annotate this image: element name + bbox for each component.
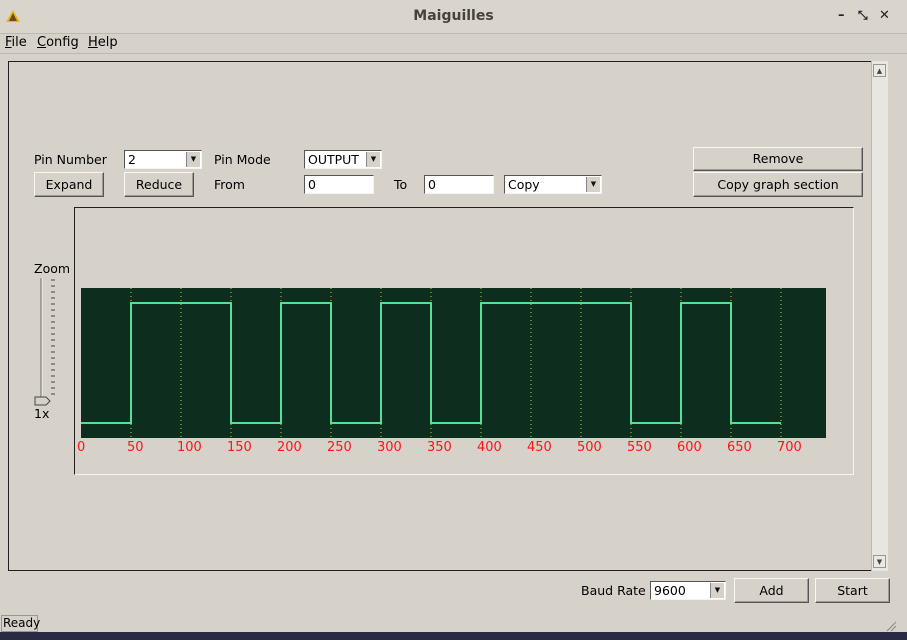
chevron-down-icon[interactable]: ▼ <box>186 152 200 167</box>
chevron-down-icon[interactable]: ▼ <box>366 152 380 167</box>
zoom-handle[interactable] <box>34 396 51 406</box>
menu-help[interactable]: Help <box>88 35 118 50</box>
status-text: Ready <box>1 615 41 632</box>
copy-graph-section-button[interactable]: Copy graph section <box>693 172 863 197</box>
menu-help-rest: elp <box>97 35 118 50</box>
zoom-ticks <box>51 279 55 395</box>
x-tick-label: 150 <box>227 440 252 455</box>
menu-file[interactable]: File <box>5 35 27 50</box>
baud-rate-select[interactable]: 9600 ▼ <box>650 581 726 600</box>
x-tick-label: 700 <box>777 440 802 455</box>
pin-mode-value: OUTPUT <box>308 152 359 167</box>
scroll-down-icon[interactable]: ▼ <box>873 555 886 568</box>
scroll-up-icon[interactable]: ▲ <box>873 64 886 77</box>
x-tick-label: 450 <box>527 440 552 455</box>
remove-button[interactable]: Remove <box>693 147 863 171</box>
zoom-value: 1x <box>34 406 50 421</box>
add-button[interactable]: Add <box>734 578 809 603</box>
x-tick-label: 600 <box>677 440 702 455</box>
x-tick-label: 350 <box>427 440 452 455</box>
to-input[interactable]: 0 <box>424 175 494 194</box>
x-tick-label: 0 <box>77 440 85 455</box>
pin-number-label: Pin Number <box>34 152 107 167</box>
menu-config-rest: onfig <box>46 35 79 50</box>
start-button[interactable]: Start <box>815 578 890 603</box>
baud-rate-label: Baud Rate <box>581 583 646 598</box>
menu-bar <box>0 33 907 53</box>
x-tick-label: 550 <box>627 440 652 455</box>
action-select[interactable]: Copy ▼ <box>504 175 602 194</box>
x-tick-label: 650 <box>727 440 752 455</box>
from-input[interactable]: 0 <box>304 175 374 194</box>
x-tick-label: 100 <box>177 440 202 455</box>
maximize-icon[interactable]: ⤡ <box>858 8 868 23</box>
from-label: From <box>214 177 245 192</box>
zoom-label: Zoom <box>34 261 71 276</box>
action-value: Copy <box>508 177 540 192</box>
menu-config-mnemonic: C <box>37 35 47 50</box>
window-title: Maiguilles <box>413 8 494 24</box>
reduce-button[interactable]: Reduce <box>124 172 194 197</box>
x-tick-label: 50 <box>127 440 144 455</box>
pin-mode-label: Pin Mode <box>214 152 271 167</box>
close-icon[interactable]: ✕ <box>879 8 890 23</box>
x-tick-label: 300 <box>377 440 402 455</box>
pin-mode-select[interactable]: OUTPUT ▼ <box>304 150 382 169</box>
x-tick-label: 400 <box>477 440 502 455</box>
to-label: To <box>394 177 408 192</box>
zoom-slider[interactable] <box>34 276 58 408</box>
menu-file-rest: ile <box>11 35 27 50</box>
resize-grip-icon[interactable] <box>885 620 897 632</box>
x-tick-label: 200 <box>277 440 302 455</box>
chevron-down-icon[interactable]: ▼ <box>710 583 724 598</box>
minimize-icon[interactable]: – <box>838 8 845 23</box>
plot-area <box>81 288 826 438</box>
menu-divider <box>0 53 907 54</box>
x-tick-label: 250 <box>327 440 352 455</box>
expand-button[interactable]: Expand <box>34 172 104 197</box>
menu-help-mnemonic: H <box>88 35 98 50</box>
window-bottom-edge <box>0 632 907 640</box>
pin-number-value: 2 <box>128 152 136 167</box>
baud-rate-value: 9600 <box>654 583 686 598</box>
x-tick-label: 500 <box>577 440 602 455</box>
vertical-scrollbar[interactable] <box>871 61 888 571</box>
chevron-down-icon[interactable]: ▼ <box>586 177 600 192</box>
pin-signal-chart: 0 50 100 150 200 250 300 350 400 450 500 550 600 650 7… <box>77 288 826 455</box>
menu-config[interactable]: Config <box>37 35 79 50</box>
status-bar <box>0 614 907 632</box>
pin-number-select[interactable]: 2 ▼ <box>124 150 202 169</box>
